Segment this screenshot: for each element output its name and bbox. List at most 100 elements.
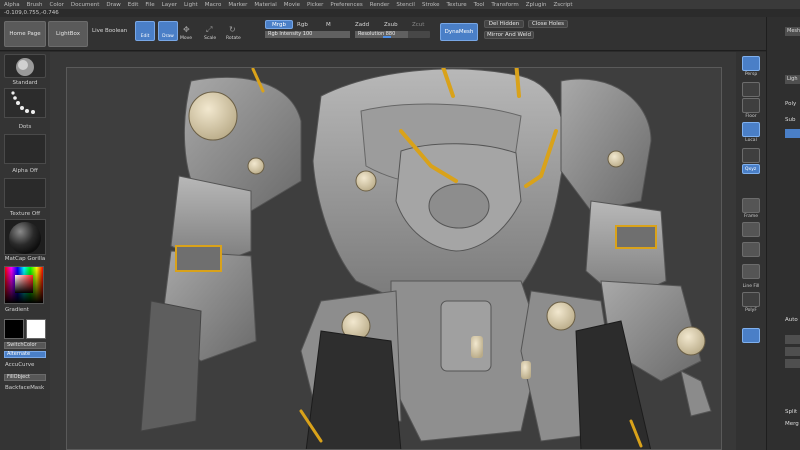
right-view-shelf: Persp Floor Local Qxyz Frame Line Fill P… — [736, 52, 766, 450]
draw-label: Draw — [162, 34, 174, 39]
polyf-label: PolyF — [745, 308, 757, 313]
auto-label: Auto — [785, 317, 798, 323]
rotate-button[interactable]: Rotate — [226, 36, 241, 41]
top-toolbar: Home Page LightBox Live Boolean Edit Dra… — [0, 17, 800, 51]
ligh-tab[interactable]: Ligh — [785, 75, 800, 84]
move-view-button[interactable] — [742, 222, 760, 237]
menu-item-alpha[interactable]: Alpha — [4, 2, 20, 8]
mesh-tab[interactable]: Mesh — [785, 27, 800, 36]
menu-item-draw[interactable]: Draw — [106, 2, 120, 8]
backface-mask-toggle[interactable]: BackfaceMask — [0, 385, 50, 391]
resolution-knob[interactable] — [383, 36, 391, 38]
menu-item-brush[interactable]: Brush — [27, 2, 43, 8]
menu-item-preferences[interactable]: Preferences — [330, 2, 362, 8]
panel-item-2[interactable] — [785, 347, 800, 356]
xyz-button[interactable]: Qxyz — [742, 164, 760, 174]
menu-item-zscript[interactable]: Zscript — [553, 2, 572, 8]
panel-item-3[interactable] — [785, 359, 800, 368]
alternate-button[interactable]: Alternate — [4, 351, 46, 358]
dynamesh-button[interactable]: DynaMesh — [440, 23, 478, 41]
lightbox-button[interactable]: LightBox — [48, 21, 88, 47]
scale-button[interactable]: Scale — [204, 36, 216, 41]
m-button[interactable]: M — [326, 22, 331, 28]
color-picker-square[interactable] — [15, 275, 33, 293]
dots-stroke-label: Dots — [18, 124, 32, 130]
dots-stroke-tile[interactable] — [4, 88, 46, 118]
close-holes-button[interactable]: Close Holes — [528, 20, 568, 28]
menu-bar: Alpha Brush Color Document Draw Edit File Layer… — [0, 0, 800, 9]
texture-tile[interactable] — [4, 178, 46, 208]
zcut-button[interactable]: Zcut — [412, 22, 424, 28]
draw-mode-button[interactable]: Draw — [158, 21, 178, 41]
gradient-label: Gradient — [5, 307, 29, 313]
menu-item-light[interactable]: Light — [184, 2, 198, 8]
menu-item-color[interactable]: Color — [50, 2, 64, 8]
menu-item-macro[interactable]: Macro — [205, 2, 222, 8]
menu-item-transform[interactable]: Transform — [491, 2, 518, 8]
menu-item-tool[interactable]: Tool — [474, 2, 485, 8]
dots-stroke-icon — [11, 91, 35, 114]
mrgb-button[interactable]: Mrgb — [265, 20, 293, 29]
texture-off-label: Texture Off — [9, 211, 40, 217]
standard-brush-icon — [16, 58, 34, 76]
floor-label: Floor — [745, 114, 757, 119]
mirror-and-weld-button[interactable]: Mirror And Weld — [484, 31, 534, 39]
alpha-tile[interactable] — [4, 134, 46, 164]
menu-item-layer[interactable]: Layer — [162, 2, 177, 8]
accucurve-toggle[interactable]: AccuCurve — [0, 362, 50, 368]
matcap-sphere-icon — [9, 222, 41, 254]
secondary-color-swatch[interactable] — [4, 319, 24, 339]
document-canvas[interactable] — [66, 67, 722, 450]
switch-color-button[interactable]: SwitchColor — [4, 342, 46, 349]
matcap-label: MatCap Gorilla — [4, 256, 46, 262]
material-tile[interactable] — [4, 219, 46, 255]
menu-item-picker[interactable]: Picker — [307, 2, 323, 8]
subtool-active[interactable] — [785, 129, 800, 138]
resolution-slider[interactable]: Resolution 880 — [355, 31, 430, 38]
menu-item-document[interactable]: Document — [71, 2, 100, 8]
lsym-button[interactable] — [742, 148, 760, 163]
menu-item-material[interactable]: Material — [254, 2, 276, 8]
robot-model-render — [140, 68, 712, 449]
line-fill-label: Line Fill — [742, 284, 760, 289]
zadd-button[interactable]: Zadd — [355, 22, 369, 28]
menu-item-render[interactable]: Render — [370, 2, 390, 8]
del-hidden-button[interactable]: Del Hidden — [484, 20, 524, 28]
move-button[interactable]: Move — [180, 36, 192, 41]
rgb-intensity-slider[interactable]: Rgb Intensity 100 — [265, 31, 350, 38]
frame-label: Frame — [743, 214, 759, 219]
frame-button[interactable] — [742, 198, 760, 213]
transp-button[interactable] — [742, 328, 760, 343]
menu-item-movie[interactable]: Movie — [284, 2, 300, 8]
poly-label: Poly — [785, 101, 797, 107]
menu-item-marker[interactable]: Marker — [228, 2, 247, 8]
menu-item-edit[interactable]: Edit — [128, 2, 139, 8]
primary-color-swatch[interactable] — [26, 319, 46, 339]
menu-item-stencil[interactable]: Stencil — [396, 2, 415, 8]
menu-item-file[interactable]: File — [145, 2, 154, 8]
standard-brush-tile[interactable] — [4, 54, 46, 78]
menu-item-texture[interactable]: Texture — [447, 2, 467, 8]
menu-item-zplugin[interactable]: Zplugin — [526, 2, 547, 8]
scale-icon: ⤢ — [206, 25, 213, 34]
scale-view-button[interactable] — [742, 242, 760, 257]
rgb-intensity-label: Rgb Intensity 100 — [268, 31, 313, 37]
polyf-button[interactable] — [742, 292, 760, 307]
zsub-button[interactable]: Zsub — [384, 22, 398, 28]
rgb-button[interactable]: Rgb — [297, 22, 308, 28]
panel-item-1[interactable] — [785, 335, 800, 344]
home-page-button[interactable]: Home Page — [4, 21, 46, 47]
fill-object-button[interactable]: FillObject — [4, 374, 46, 381]
split-label: Split — [785, 409, 798, 415]
rotate-view-button[interactable] — [742, 264, 760, 279]
menu-item-stroke[interactable]: Stroke — [422, 2, 440, 8]
coordinate-readout: -0.109,0.755,-0.746 — [4, 10, 59, 16]
persp-button[interactable] — [742, 56, 760, 71]
snapshot-button[interactable] — [742, 82, 760, 97]
color-picker[interactable] — [4, 266, 44, 304]
edit-mode-button[interactable]: Edit — [135, 21, 155, 41]
live-boolean-toggle[interactable]: Live Boolean — [92, 28, 127, 34]
edit-label: Edit — [140, 34, 150, 39]
floor-button[interactable] — [742, 98, 760, 113]
local-button[interactable] — [742, 122, 760, 137]
